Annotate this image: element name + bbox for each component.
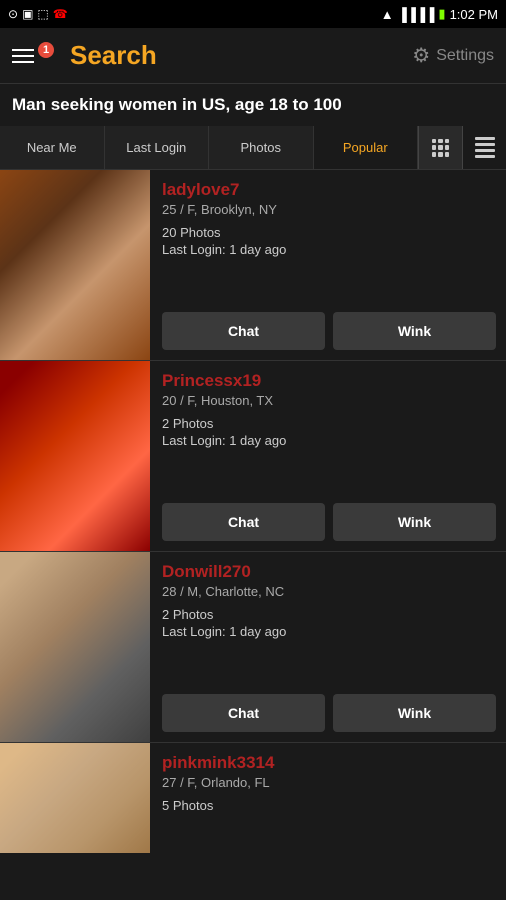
storage-icon: ▣ bbox=[22, 7, 33, 21]
last-login: Last Login: 1 day ago bbox=[162, 242, 496, 257]
user-photo[interactable] bbox=[0, 361, 150, 551]
signal-icon: ▐▐▐▐ bbox=[398, 7, 435, 22]
wink-button[interactable]: Wink bbox=[333, 694, 496, 732]
grid-icon bbox=[432, 139, 450, 157]
page-title: Search bbox=[70, 40, 157, 71]
username: Princessx19 bbox=[162, 371, 496, 391]
phone-icon: ☎ bbox=[53, 7, 68, 21]
user-photo[interactable] bbox=[0, 552, 150, 742]
chat-button[interactable]: Chat bbox=[162, 503, 325, 541]
notification-badge: 1 bbox=[38, 42, 54, 58]
user-info: Donwill270 28 / M, Charlotte, NC 2 Photo… bbox=[150, 552, 506, 742]
top-nav-bar: 1 Search ⚙ Settings bbox=[0, 28, 506, 84]
user-details: 20 / F, Houston, TX bbox=[162, 393, 496, 408]
tab-photos[interactable]: Photos bbox=[209, 126, 314, 169]
photos-count: 2 Photos bbox=[162, 416, 496, 431]
status-bar: ⊙ ▣ ⬚ ☎ ▲ ▐▐▐▐ ▮ 1:02 PM bbox=[0, 0, 506, 28]
list-item: Donwill270 28 / M, Charlotte, NC 2 Photo… bbox=[0, 552, 506, 743]
top-bar-left: 1 Search bbox=[12, 40, 157, 71]
alarm-icon: ⊙ bbox=[8, 7, 18, 21]
user-list: ladylove7 25 / F, Brooklyn, NY 20 Photos… bbox=[0, 170, 506, 853]
user-details: 28 / M, Charlotte, NC bbox=[162, 584, 496, 599]
wink-button[interactable]: Wink bbox=[333, 312, 496, 350]
chat-button[interactable]: Chat bbox=[162, 694, 325, 732]
settings-label[interactable]: Settings bbox=[436, 47, 494, 65]
username: Donwill270 bbox=[162, 562, 496, 582]
tab-near-me[interactable]: Near Me bbox=[0, 126, 105, 169]
user-details: 25 / F, Brooklyn, NY bbox=[162, 202, 496, 217]
wink-button[interactable]: Wink bbox=[333, 503, 496, 541]
search-subtitle: Man seeking women in US, age 18 to 100 bbox=[0, 84, 506, 126]
chat-button[interactable]: Chat bbox=[162, 312, 325, 350]
filter-bar: Near Me Last Login Photos Popular bbox=[0, 126, 506, 170]
view-toggle bbox=[418, 126, 506, 169]
battery-icon: ▮ bbox=[438, 6, 445, 22]
user-info: ladylove7 25 / F, Brooklyn, NY 20 Photos… bbox=[150, 170, 506, 360]
username: ladylove7 bbox=[162, 180, 496, 200]
user-photo[interactable] bbox=[0, 170, 150, 360]
user-details: 27 / F, Orlando, FL bbox=[162, 775, 496, 790]
hamburger-menu-button[interactable] bbox=[12, 49, 34, 63]
list-view-button[interactable] bbox=[462, 126, 506, 169]
username: pinkmink3314 bbox=[162, 753, 496, 773]
user-info: Princessx19 20 / F, Houston, TX 2 Photos… bbox=[150, 361, 506, 551]
list-item: Princessx19 20 / F, Houston, TX 2 Photos… bbox=[0, 361, 506, 552]
photos-count: 5 Photos bbox=[162, 798, 496, 813]
photos-count: 2 Photos bbox=[162, 607, 496, 622]
action-buttons: Chat Wink bbox=[162, 503, 496, 541]
action-buttons: Chat Wink bbox=[162, 312, 496, 350]
status-left-icons: ⊙ ▣ ⬚ ☎ bbox=[8, 7, 68, 21]
settings-icon[interactable]: ⚙ bbox=[412, 43, 430, 68]
user-photo[interactable] bbox=[0, 743, 150, 853]
status-right-icons: ▲ ▐▐▐▐ ▮ 1:02 PM bbox=[381, 6, 498, 22]
last-login: Last Login: 1 day ago bbox=[162, 433, 496, 448]
list-item: ladylove7 25 / F, Brooklyn, NY 20 Photos… bbox=[0, 170, 506, 361]
time-display: 1:02 PM bbox=[450, 7, 498, 22]
wifi-icon: ▲ bbox=[381, 7, 394, 22]
action-buttons: Chat Wink bbox=[162, 694, 496, 732]
tab-popular[interactable]: Popular bbox=[314, 126, 419, 169]
photos-count: 20 Photos bbox=[162, 225, 496, 240]
top-bar-right: ⚙ Settings bbox=[412, 43, 494, 68]
list-item: pinkmink3314 27 / F, Orlando, FL 5 Photo… bbox=[0, 743, 506, 853]
last-login: Last Login: 1 day ago bbox=[162, 624, 496, 639]
list-icon bbox=[475, 137, 495, 158]
tab-last-login[interactable]: Last Login bbox=[105, 126, 210, 169]
image-icon: ⬚ bbox=[37, 7, 48, 21]
grid-view-button[interactable] bbox=[418, 126, 462, 169]
user-info: pinkmink3314 27 / F, Orlando, FL 5 Photo… bbox=[150, 743, 506, 853]
